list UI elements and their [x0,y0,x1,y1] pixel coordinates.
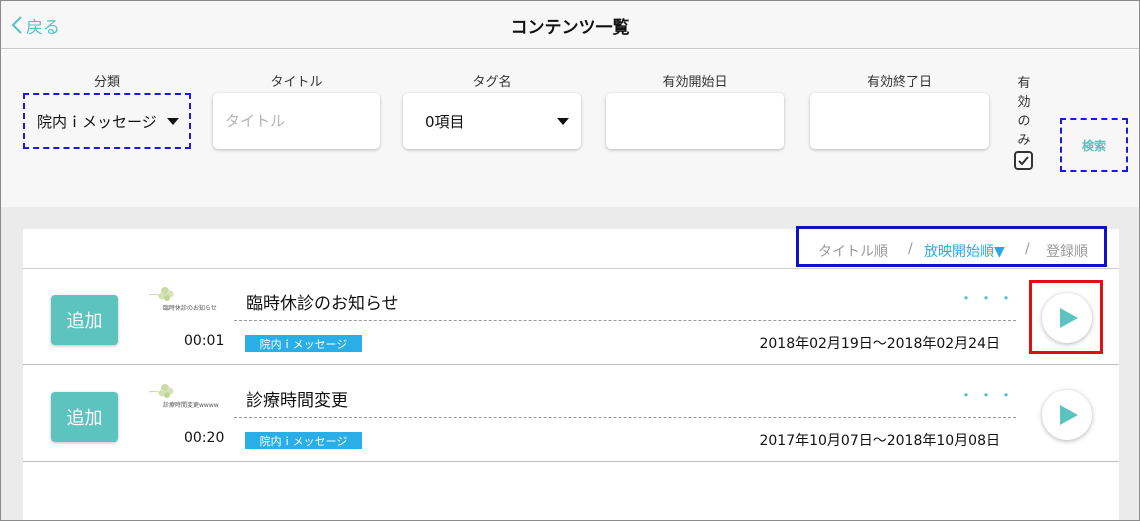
app-frame: 戻る コンテンツ一覧 分類 院内ｉメッセージ タイトル タイトル タグ名 0項目… [0,0,1140,521]
valid-period: 2018年02月19日〜2018年02月24日 [759,336,1000,352]
more-menu-button[interactable]: ・・・ [958,285,1018,309]
caret-down-icon [167,118,179,125]
play-icon [1060,405,1078,425]
divider [234,417,1016,418]
caret-down-icon [557,118,569,125]
more-menu-button[interactable]: ・・・ [958,382,1018,406]
checkmark-icon [1018,156,1029,166]
end-date-input[interactable] [810,93,989,149]
add-button[interactable]: 追加 [51,295,118,345]
list-item: 追加 診療時間変更wwww 00:20 診療時間変更 ・・・ 院内ｉメッセージ … [23,366,1119,462]
start-date-input[interactable] [606,93,784,149]
sort-highlight [796,226,1107,267]
flower-icon [148,384,174,398]
end-date-label: 有効終了日 [866,75,932,90]
add-button[interactable]: 追加 [51,392,118,442]
category-tag: 院内ｉメッセージ [245,432,362,449]
valid-only-checkbox[interactable] [1014,151,1033,170]
thumbnail: 臨時休診のお知らせ [147,283,217,317]
thumbnail: 診療時間変更wwww [147,380,219,414]
tag-select[interactable]: 0項目 [403,93,581,149]
tag-value: 0項目 [425,112,465,131]
start-date-label: 有効開始日 [662,75,728,90]
nav-header: 戻る コンテンツ一覧 [1,1,1139,49]
play-button[interactable] [1042,293,1092,343]
title-input[interactable]: タイトル [213,93,380,149]
list-item: 追加 臨時休診のお知らせ 00:01 臨時休診のお知らせ ・・・ 院内ｉメッセー… [23,269,1119,365]
item-title: 臨時休診のお知らせ [246,294,399,314]
sort-bar: タイトル順 / 放映開始順▼ / 登録順 [23,226,1119,269]
content-list: タイトル順 / 放映開始順▼ / 登録順 追加 臨時休診のお知らせ 00:01 … [23,226,1119,520]
category-value: 院内ｉメッセージ [37,112,157,131]
filter-panel: 分類 院内ｉメッセージ タイトル タイトル タグ名 0項目 有効開始日 有効終了… [1,50,1139,207]
flower-icon [148,287,174,301]
category-label: 分類 [93,75,120,90]
page-title: コンテンツ一覧 [510,18,630,38]
category-tag: 院内ｉメッセージ [245,335,362,352]
tag-label: タグ名 [472,75,512,90]
thumbnail-caption: 診療時間変更wwww [163,402,219,409]
search-button[interactable]: 検索 [1060,118,1128,172]
play-icon [1060,308,1078,328]
play-button[interactable] [1042,390,1092,440]
duration: 00:20 [184,430,225,446]
duration: 00:01 [184,333,225,349]
title-placeholder: タイトル [225,112,286,130]
item-title: 診療時間変更 [246,391,348,411]
divider [234,320,1016,321]
valid-period: 2017年10月07日〜2018年10月08日 [759,433,1000,449]
category-select[interactable]: 院内ｉメッセージ [27,97,187,145]
thumbnail-caption: 臨時休診のお知らせ [163,305,217,312]
title-label: タイトル [270,75,323,90]
valid-only-label: 有 効 の み [1017,76,1031,148]
